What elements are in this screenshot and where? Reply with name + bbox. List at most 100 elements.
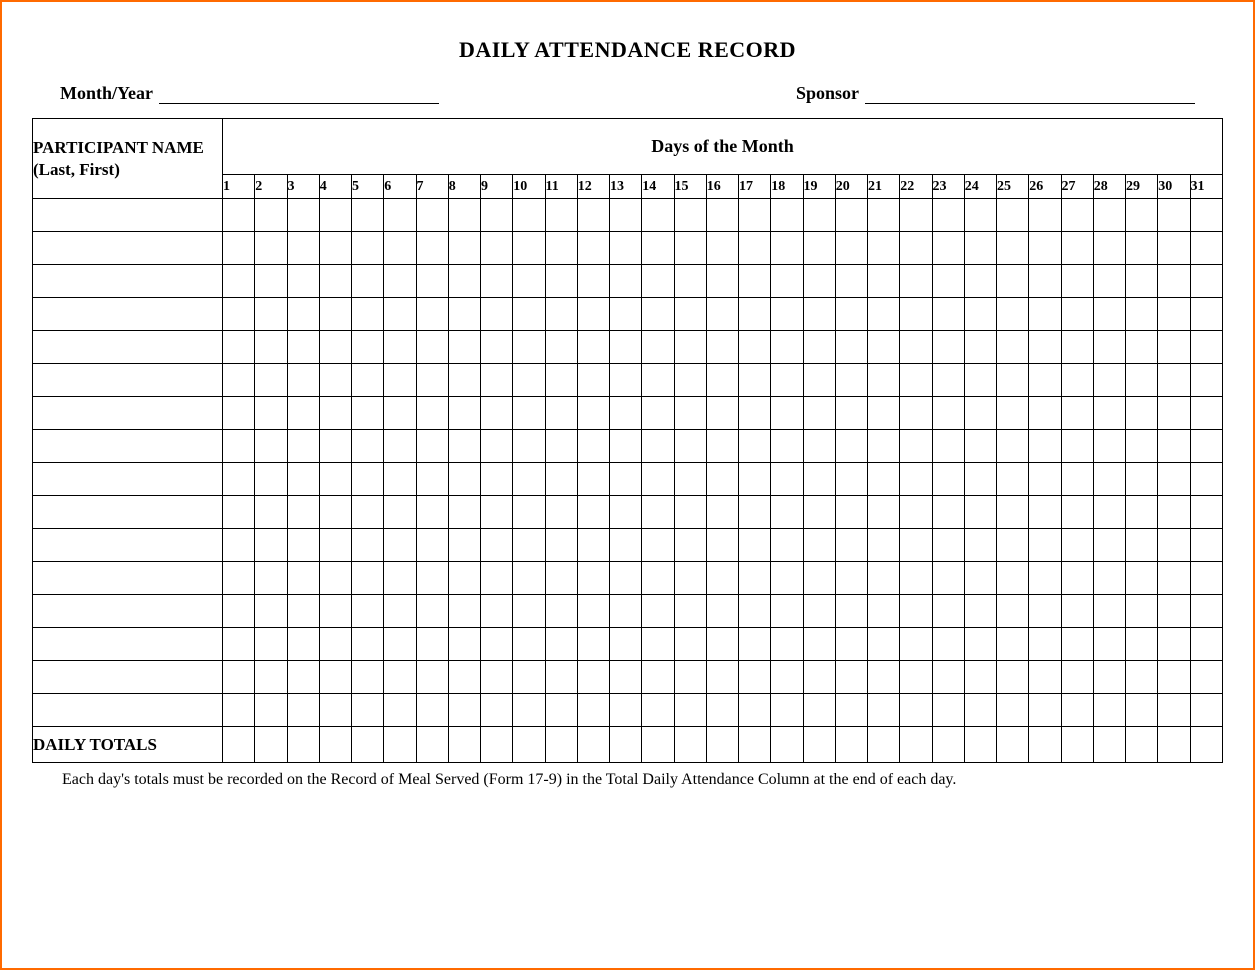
attendance-cell[interactable] — [352, 232, 384, 265]
attendance-cell[interactable] — [448, 463, 480, 496]
attendance-cell[interactable] — [642, 199, 674, 232]
attendance-cell[interactable] — [513, 232, 545, 265]
attendance-cell[interactable] — [545, 661, 577, 694]
attendance-cell[interactable] — [1158, 232, 1190, 265]
attendance-cell[interactable] — [900, 463, 932, 496]
attendance-cell[interactable] — [610, 232, 642, 265]
attendance-cell[interactable] — [577, 232, 609, 265]
attendance-cell[interactable] — [674, 661, 706, 694]
attendance-cell[interactable] — [964, 430, 996, 463]
attendance-cell[interactable] — [868, 463, 900, 496]
attendance-cell[interactable] — [739, 529, 771, 562]
attendance-cell[interactable] — [416, 298, 448, 331]
attendance-cell[interactable] — [1190, 595, 1223, 628]
attendance-cell[interactable] — [448, 397, 480, 430]
attendance-cell[interactable] — [674, 529, 706, 562]
attendance-cell[interactable] — [545, 628, 577, 661]
attendance-cell[interactable] — [964, 463, 996, 496]
attendance-cell[interactable] — [319, 298, 351, 331]
attendance-cell[interactable] — [739, 265, 771, 298]
participant-name-cell[interactable] — [33, 496, 223, 529]
attendance-cell[interactable] — [835, 529, 867, 562]
attendance-cell[interactable] — [868, 595, 900, 628]
attendance-cell[interactable] — [964, 595, 996, 628]
attendance-cell[interactable] — [545, 595, 577, 628]
attendance-cell[interactable] — [513, 463, 545, 496]
attendance-cell[interactable] — [1093, 562, 1125, 595]
attendance-cell[interactable] — [577, 331, 609, 364]
attendance-cell[interactable] — [868, 298, 900, 331]
attendance-cell[interactable] — [739, 463, 771, 496]
attendance-cell[interactable] — [674, 628, 706, 661]
attendance-cell[interactable] — [1061, 463, 1093, 496]
attendance-cell[interactable] — [642, 430, 674, 463]
attendance-cell[interactable] — [900, 364, 932, 397]
attendance-cell[interactable] — [1029, 562, 1061, 595]
attendance-cell[interactable] — [1190, 298, 1223, 331]
attendance-cell[interactable] — [448, 298, 480, 331]
attendance-cell[interactable] — [1158, 331, 1190, 364]
month-year-line[interactable] — [159, 86, 439, 104]
attendance-cell[interactable] — [1061, 694, 1093, 727]
attendance-cell[interactable] — [932, 364, 964, 397]
attendance-cell[interactable] — [771, 595, 803, 628]
attendance-cell[interactable] — [352, 595, 384, 628]
attendance-cell[interactable] — [352, 628, 384, 661]
attendance-cell[interactable] — [1093, 331, 1125, 364]
attendance-cell[interactable] — [481, 430, 513, 463]
attendance-cell[interactable] — [803, 463, 835, 496]
attendance-cell[interactable] — [416, 628, 448, 661]
attendance-cell[interactable] — [384, 562, 416, 595]
attendance-cell[interactable] — [1158, 562, 1190, 595]
participant-name-cell[interactable] — [33, 628, 223, 661]
totals-cell[interactable] — [642, 727, 674, 763]
attendance-cell[interactable] — [1158, 364, 1190, 397]
attendance-cell[interactable] — [384, 463, 416, 496]
attendance-cell[interactable] — [577, 628, 609, 661]
attendance-cell[interactable] — [319, 562, 351, 595]
attendance-cell[interactable] — [416, 265, 448, 298]
attendance-cell[interactable] — [642, 562, 674, 595]
attendance-cell[interactable] — [835, 463, 867, 496]
attendance-cell[interactable] — [997, 562, 1029, 595]
attendance-cell[interactable] — [1158, 595, 1190, 628]
attendance-cell[interactable] — [448, 595, 480, 628]
attendance-cell[interactable] — [803, 298, 835, 331]
attendance-cell[interactable] — [481, 628, 513, 661]
participant-name-cell[interactable] — [33, 397, 223, 430]
attendance-cell[interactable] — [771, 298, 803, 331]
attendance-cell[interactable] — [223, 694, 255, 727]
attendance-cell[interactable] — [674, 595, 706, 628]
attendance-cell[interactable] — [900, 331, 932, 364]
attendance-cell[interactable] — [416, 529, 448, 562]
attendance-cell[interactable] — [545, 331, 577, 364]
attendance-cell[interactable] — [739, 661, 771, 694]
totals-cell[interactable] — [932, 727, 964, 763]
attendance-cell[interactable] — [577, 364, 609, 397]
attendance-cell[interactable] — [1029, 529, 1061, 562]
attendance-cell[interactable] — [706, 529, 738, 562]
attendance-cell[interactable] — [835, 496, 867, 529]
attendance-cell[interactable] — [868, 529, 900, 562]
attendance-cell[interactable] — [868, 430, 900, 463]
attendance-cell[interactable] — [610, 694, 642, 727]
attendance-cell[interactable] — [1093, 628, 1125, 661]
attendance-cell[interactable] — [964, 529, 996, 562]
attendance-cell[interactable] — [1061, 496, 1093, 529]
attendance-cell[interactable] — [803, 529, 835, 562]
attendance-cell[interactable] — [868, 694, 900, 727]
attendance-cell[interactable] — [997, 430, 1029, 463]
attendance-cell[interactable] — [481, 331, 513, 364]
attendance-cell[interactable] — [739, 298, 771, 331]
attendance-cell[interactable] — [868, 496, 900, 529]
attendance-cell[interactable] — [900, 496, 932, 529]
attendance-cell[interactable] — [771, 562, 803, 595]
attendance-cell[interactable] — [1093, 430, 1125, 463]
attendance-cell[interactable] — [352, 397, 384, 430]
attendance-cell[interactable] — [1093, 496, 1125, 529]
attendance-cell[interactable] — [319, 430, 351, 463]
attendance-cell[interactable] — [448, 364, 480, 397]
attendance-cell[interactable] — [610, 397, 642, 430]
attendance-cell[interactable] — [771, 430, 803, 463]
totals-cell[interactable] — [545, 727, 577, 763]
